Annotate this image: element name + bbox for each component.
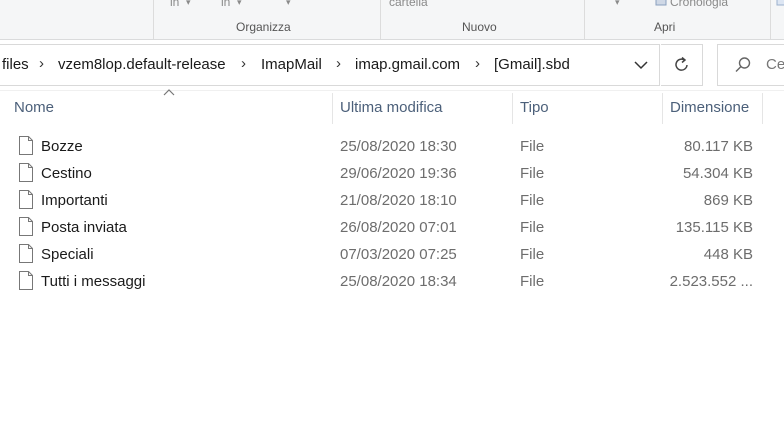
group-label-organizza: Organizza: [236, 20, 291, 34]
file-icon: [19, 190, 33, 209]
file-icon: [19, 271, 33, 290]
refresh-button[interactable]: [661, 44, 703, 86]
ribbon-separator: [153, 0, 154, 39]
refresh-icon: [675, 56, 688, 71]
file-name: Bozze: [41, 138, 83, 155]
file-size: 2.523.552 ...: [669, 273, 753, 290]
address-bar[interactable]: files › vzem8lop.default-release › ImapM…: [0, 44, 660, 86]
file-type: File: [520, 273, 545, 290]
select-icon[interactable]: [776, 0, 784, 6]
chevron-down-icon[interactable]: ▾: [286, 0, 291, 8]
file-row[interactable]: Posta inviata 26/08/2020 07:01 File 135.…: [0, 214, 784, 241]
file-modified: 07/03/2020 07:25: [340, 246, 457, 263]
file-type: File: [520, 165, 545, 182]
column-header-type[interactable]: Tipo: [520, 99, 549, 116]
chevron-down-icon[interactable]: ▾: [186, 0, 191, 8]
file-icon: [19, 217, 33, 236]
file-name: Speciali: [41, 246, 94, 263]
ribbon-separator: [770, 0, 771, 39]
ribbon-fragment[interactable]: Cronologia: [670, 0, 728, 9]
chevron-right-icon[interactable]: ›: [475, 55, 480, 72]
chevron-down-icon[interactable]: ▾: [237, 0, 242, 8]
file-name: Importanti: [41, 192, 108, 209]
group-label-nuovo: Nuovo: [462, 20, 497, 34]
file-type: File: [520, 138, 545, 155]
file-size: 869 KB: [703, 192, 753, 209]
file-name: Posta inviata: [41, 219, 127, 236]
file-row[interactable]: Tutti i messaggi 25/08/2020 18:34 File 2…: [0, 268, 784, 295]
file-icon: [19, 163, 33, 182]
history-icon[interactable]: [655, 0, 667, 6]
search-icon: [735, 57, 751, 72]
ribbon: in ▾ in ▾ ▾ Organizza cartella Nuovo ▾ A…: [0, 0, 784, 40]
file-size: 54.304 KB: [682, 165, 753, 182]
file-size: 80.117 KB: [684, 138, 753, 155]
ribbon-fragment[interactable]: cartella: [389, 0, 428, 9]
file-row[interactable]: Speciali 07/03/2020 07:25 File 448 KB: [0, 241, 784, 268]
ribbon-fragment[interactable]: in: [221, 0, 230, 9]
file-name: Cestino: [41, 165, 92, 182]
ribbon-separator: [584, 0, 585, 39]
file-type: File: [520, 192, 545, 209]
column-header-size[interactable]: Dimensione: [670, 99, 749, 116]
file-modified: 21/08/2020 18:10: [340, 192, 457, 209]
file-list: Bozze 25/08/2020 18:30 File 80.117 KB Ce…: [0, 133, 784, 295]
column-header-row: Nome Ultima modifica Tipo Dimensione: [0, 89, 784, 124]
group-label-apri: Apri: [654, 20, 676, 34]
ribbon-separator: [380, 0, 381, 39]
chevron-right-icon[interactable]: ›: [336, 55, 341, 72]
file-modified: 25/08/2020 18:30: [340, 138, 457, 155]
column-header-modified[interactable]: Ultima modifica: [340, 99, 443, 116]
column-divider[interactable]: [662, 93, 663, 124]
breadcrumb-item[interactable]: files: [2, 56, 29, 73]
address-row: files › vzem8lop.default-release › ImapM…: [0, 40, 784, 91]
breadcrumb-item[interactable]: vzem8lop.default-release: [58, 56, 226, 73]
file-row[interactable]: Cestino 29/06/2020 19:36 File 54.304 KB: [0, 160, 784, 187]
ribbon-fragment[interactable]: in: [170, 0, 179, 9]
column-divider[interactable]: [512, 93, 513, 124]
file-row[interactable]: Importanti 21/08/2020 18:10 File 869 KB: [0, 187, 784, 214]
file-modified: 29/06/2020 19:36: [340, 165, 457, 182]
sort-ascending-icon: [163, 89, 175, 96]
chevron-right-icon[interactable]: ›: [39, 55, 44, 72]
breadcrumb-current[interactable]: [Gmail].sbd: [494, 56, 570, 73]
search-box[interactable]: Ce: [717, 44, 784, 86]
file-type: File: [520, 219, 545, 236]
file-modified: 26/08/2020 07:01: [340, 219, 457, 236]
file-name: Tutti i messaggi: [41, 273, 146, 290]
file-size: 448 KB: [703, 246, 753, 263]
column-divider[interactable]: [762, 93, 763, 124]
file-size: 135.115 KB: [675, 219, 753, 236]
file-modified: 25/08/2020 18:34: [340, 273, 457, 290]
chevron-right-icon[interactable]: ›: [241, 55, 246, 72]
search-placeholder: Ce: [766, 56, 784, 73]
file-icon: [19, 136, 33, 155]
file-icon: [19, 244, 33, 263]
file-type: File: [520, 246, 545, 263]
breadcrumb-item[interactable]: imap.gmail.com: [355, 56, 460, 73]
chevron-down-icon[interactable]: [632, 57, 650, 73]
file-row[interactable]: Bozze 25/08/2020 18:30 File 80.117 KB: [0, 133, 784, 160]
breadcrumb-item[interactable]: ImapMail: [261, 56, 322, 73]
column-divider[interactable]: [332, 93, 333, 124]
chevron-down-icon[interactable]: ▾: [615, 0, 620, 8]
column-header-name[interactable]: Nome: [14, 99, 54, 116]
